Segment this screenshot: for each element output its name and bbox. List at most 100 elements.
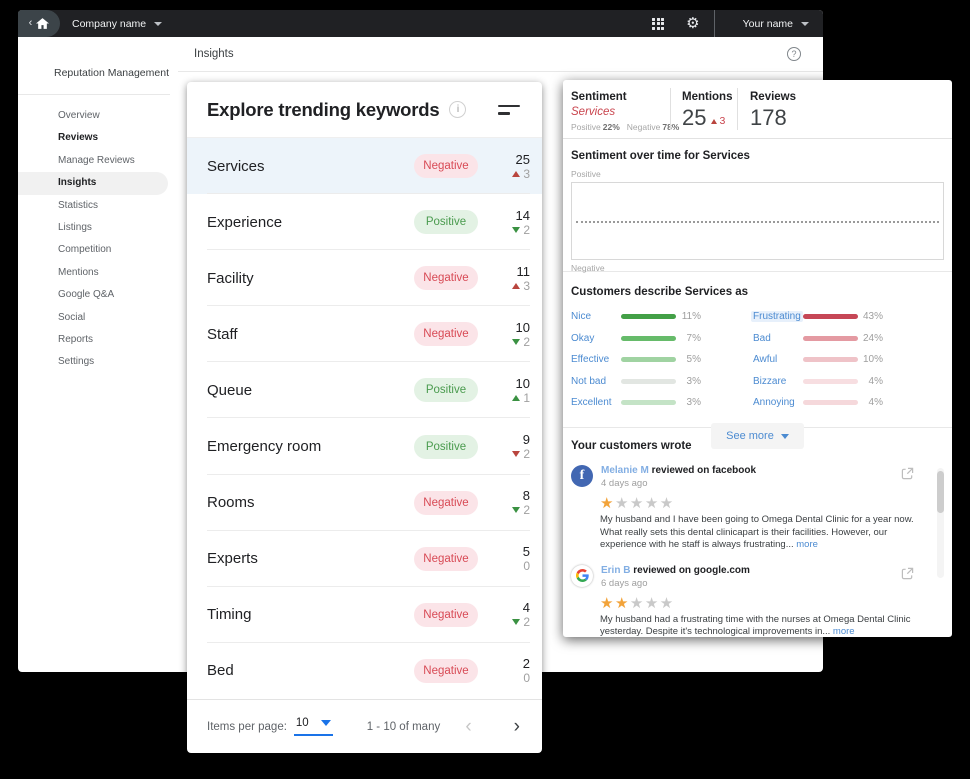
sidebar-item[interactable]: Statistics (18, 195, 168, 217)
describe-term-link[interactable]: Bizzare (753, 376, 786, 387)
reviews-value: 178 (750, 105, 787, 130)
describe-row: Bad 24% (753, 333, 883, 344)
chevron-down-icon (320, 720, 331, 726)
open-external-icon[interactable] (901, 467, 914, 480)
reviewer-name-link[interactable]: Melanie M (601, 465, 649, 476)
items-per-page-value: 10 (295, 717, 309, 729)
sidebar-item[interactable]: Overview (18, 105, 168, 127)
review-text: My husband had a frustrating time with t… (600, 613, 911, 638)
sidebar-item[interactable]: Google Q&A (18, 284, 168, 306)
sidebar-item[interactable]: Settings (18, 351, 168, 373)
positive-axis-label: Positive (571, 169, 601, 179)
star-rating: ★★★★★ (600, 596, 944, 611)
keywords-card-header: Explore trending keywords i (187, 82, 542, 138)
review-age: 6 days ago (601, 577, 648, 589)
keyword-metrics: 10 2 (488, 321, 530, 348)
user-name-label: Your name (742, 17, 793, 30)
user-menu[interactable]: Your name (715, 18, 823, 30)
keyword-row[interactable]: Staff Negative 10 2 (187, 306, 542, 363)
describe-term-link[interactable]: Frustrating (751, 311, 803, 322)
help-icon[interactable]: ? (787, 47, 801, 61)
describe-term-link[interactable]: Effective (571, 354, 609, 365)
keyword-label: Experts (207, 550, 258, 568)
mentions-stat-label: Mentions (682, 91, 733, 103)
scrollbar-track[interactable] (937, 468, 944, 578)
more-link[interactable]: more (833, 626, 855, 637)
items-per-page-select[interactable]: 10 (293, 717, 333, 736)
settings-gear-icon[interactable]: ⚙ (686, 16, 699, 31)
keyword-row[interactable]: Bed Negative 2 0 (187, 642, 542, 699)
describe-value: 4% (868, 397, 883, 408)
describe-term-link[interactable]: Nice (571, 311, 591, 322)
mention-delta: 2 (512, 224, 530, 236)
sentiment-badge: Negative (414, 602, 478, 627)
describe-bar (621, 314, 676, 319)
apps-grid-icon[interactable] (652, 17, 665, 30)
home-button[interactable]: ‹ (18, 10, 60, 37)
next-page-button[interactable]: › (514, 716, 520, 738)
sort-icon[interactable] (498, 104, 520, 115)
keyword-row[interactable]: Emergency room Positive 9 2 (187, 418, 542, 475)
describe-term-link[interactable]: Excellent (571, 397, 612, 408)
keyword-label: Timing (207, 606, 252, 624)
reviewer-name-link[interactable]: Erin B (601, 565, 630, 576)
info-icon[interactable]: i (449, 101, 467, 118)
sentiment-badge: Negative (414, 490, 478, 515)
sidebar-item[interactable]: Listings (18, 217, 168, 239)
describe-term-link[interactable]: Annoying (753, 397, 795, 408)
trend-arrow-icon (512, 507, 521, 514)
scrollbar-thumb[interactable] (937, 471, 944, 513)
sidebar-item[interactable]: Insights (18, 172, 168, 195)
describe-term-link[interactable]: Not bad (571, 376, 606, 387)
star-rating: ★★★★★ (600, 496, 944, 511)
see-more-label: See more (726, 430, 774, 442)
open-external-icon[interactable] (901, 567, 914, 580)
keyword-row[interactable]: Queue Positive 10 1 (187, 362, 542, 419)
trend-arrow-icon (512, 170, 521, 177)
describe-term-link[interactable]: Okay (571, 333, 594, 344)
keyword-row[interactable]: Experience Positive 14 2 (187, 194, 542, 251)
mention-count: 8 (522, 488, 530, 504)
reviews-list: f Melanie M reviewed on facebook 4 days … (571, 465, 944, 637)
sidebar-item[interactable]: Social (18, 307, 168, 329)
review-age: 4 days ago (601, 478, 648, 489)
keyword-metrics: 9 2 (488, 433, 530, 460)
keyword-row[interactable]: Rooms Negative 8 2 (187, 474, 542, 531)
delta-value: 2 (523, 503, 530, 518)
sidebar-item[interactable]: Competition (18, 239, 168, 261)
more-link[interactable]: more (796, 539, 818, 550)
mention-delta: 2 (512, 448, 530, 460)
review-item: Erin B reviewed on google.com 6 days ago (571, 564, 944, 638)
mention-count: 10 (515, 375, 530, 391)
keyword-row[interactable]: Services Negative 25 3 (187, 138, 542, 195)
keyword-row[interactable]: Experts Negative 5 0 (187, 530, 542, 587)
keyword-row[interactable]: Facility Negative 11 3 (187, 250, 542, 307)
sidebar-item[interactable]: Manage Reviews (18, 150, 168, 172)
describe-bar (621, 378, 676, 384)
mention-delta: 0 (523, 560, 530, 572)
describe-term-link[interactable]: Awful (753, 354, 777, 365)
mention-delta: 3 (512, 168, 530, 180)
sentiment-badge: Positive (414, 210, 478, 235)
sentiment-chart-area (571, 182, 944, 260)
sidebar-item[interactable]: Reports (18, 329, 168, 351)
trend-arrow-icon (512, 282, 521, 289)
sentiment-badge: Negative (414, 658, 478, 683)
company-selector[interactable]: Company name (72, 18, 163, 30)
describe-value: 4% (868, 375, 883, 387)
keyword-metrics: 8 2 (488, 489, 530, 516)
sidebar-item[interactable]: Mentions (18, 262, 168, 284)
sentiment-percentages: Positive22% Negative78% (571, 122, 679, 132)
sentiment-stat-label: Sentiment (571, 91, 627, 103)
prev-page-button[interactable]: ‹ (465, 716, 471, 738)
describe-term-link[interactable]: Bad (753, 333, 771, 344)
sidebar-item[interactable]: Reviews (18, 127, 168, 149)
trending-keywords-card: Explore trending keywords i Services Neg… (187, 82, 542, 753)
sidebar-divider (18, 94, 170, 95)
trend-arrow-icon (512, 394, 521, 401)
filled-stars: ★ (600, 495, 615, 512)
keyword-row[interactable]: Timing Negative 4 2 (187, 586, 542, 643)
source-avatar: f (571, 465, 593, 487)
mention-count: 14 (515, 207, 530, 223)
describe-positive-column: Nice 11% Okay 7% Effective 5% Not bad 3%… (571, 311, 701, 408)
